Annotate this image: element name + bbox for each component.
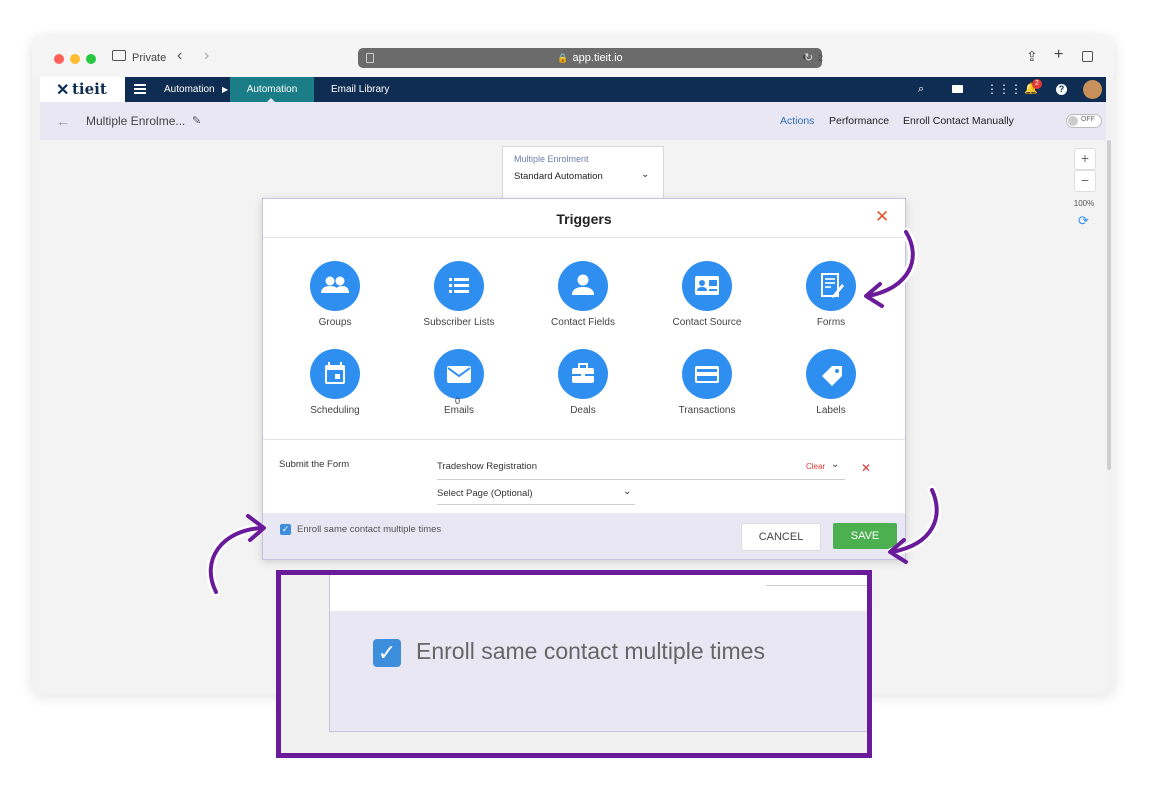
zoom-callout: ✓ Enroll same contact multiple times: [276, 570, 872, 758]
callout-footer: ✓ Enroll same contact multiple times: [330, 611, 867, 731]
callout-checkbox: ✓: [373, 639, 401, 667]
callout-modal: ✓ Enroll same contact multiple times: [329, 575, 867, 732]
callout-underline: [766, 585, 867, 586]
callout-checkbox-label: Enroll same contact multiple times: [416, 638, 765, 664]
